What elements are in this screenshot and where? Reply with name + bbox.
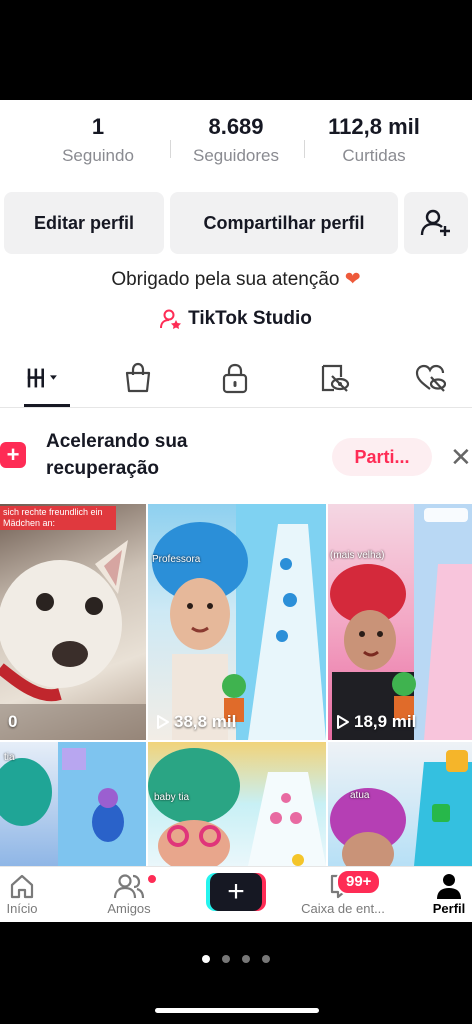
game-scene-image [330, 750, 472, 866]
play-icon [157, 715, 169, 729]
nav-friends-label: Amigos [107, 901, 151, 916]
thumbnail-caption: atua [350, 790, 370, 801]
following-count: 1 [91, 114, 105, 139]
active-tab-indicator [24, 404, 70, 407]
page-dot[interactable] [222, 955, 230, 963]
divider [170, 140, 171, 158]
nav-inbox-label: Caixa de ent... [301, 901, 385, 916]
nav-home-label: Início [6, 901, 38, 916]
tab-liked[interactable] [412, 360, 448, 396]
home-indicator[interactable] [155, 1008, 319, 1013]
likes-stat[interactable]: 112,8 mil Curtidas [312, 114, 436, 166]
likes-label: Curtidas [342, 146, 406, 165]
bio-text: Obrigado pela sua atenção ❤ [0, 268, 472, 291]
view-count-value: 18,9 mil [354, 712, 417, 731]
followers-stat[interactable]: 8.689 Seguidores [176, 114, 296, 166]
reposts-icon [321, 364, 350, 392]
view-count: 18,9 mil [336, 712, 416, 732]
thumbnail-caption: baby tia [154, 792, 190, 803]
friends-icon [113, 874, 145, 899]
shop-bag-icon [125, 362, 151, 393]
edit-profile-button[interactable]: Editar perfil [4, 192, 164, 254]
view-count-value: 38,8 mil [174, 712, 237, 731]
banner-title: Acelerando sua recuperação [46, 431, 188, 479]
video-thumbnail[interactable]: baby tia [148, 742, 326, 866]
notification-dot [146, 873, 158, 885]
nav-profile-label: Perfil [432, 901, 466, 916]
tab-reposts[interactable] [316, 360, 352, 396]
divider [304, 140, 305, 158]
video-thumbnail[interactable]: atua [328, 742, 472, 866]
thumbnail-caption: Professora [152, 554, 201, 565]
view-count: 38,8 mil [156, 712, 236, 732]
thumbnail-caption: (mais velha) [330, 550, 385, 561]
page-dot[interactable] [262, 955, 270, 963]
profile-icon [437, 874, 461, 899]
video-thumbnail[interactable]: tia [0, 742, 146, 866]
create-button[interactable]: + [206, 873, 266, 911]
add-user-icon [420, 209, 450, 236]
home-icon [10, 874, 34, 899]
likes-count: 112,8 mil [328, 114, 420, 139]
page-dot[interactable] [202, 955, 210, 963]
game-scene-image [152, 504, 326, 740]
liked-icon [415, 364, 446, 392]
inbox-badge: 99+ [336, 869, 382, 895]
nav-profile[interactable]: Perfil [426, 871, 472, 916]
tab-videos[interactable] [26, 360, 62, 396]
videos-grid-icon [27, 368, 57, 388]
add-friend-button[interactable] [404, 192, 468, 254]
tab-shop[interactable] [120, 360, 156, 396]
view-count-value: 0 [8, 712, 18, 731]
video-thumbnail[interactable]: Professora 38,8 mil [148, 504, 326, 740]
bottom-navigation: Início Amigos + Caixa de ent... 99+ Perf… [0, 866, 472, 922]
followers-count: 8.689 [208, 114, 264, 139]
status-bar-area [0, 0, 472, 100]
tiktok-studio-link[interactable]: TikTok Studio [0, 308, 472, 330]
game-scene-image [0, 742, 146, 866]
profile-tabs [0, 352, 472, 408]
studio-label: TikTok Studio [188, 308, 312, 329]
dog-image [0, 540, 146, 740]
share-profile-button[interactable]: Compartilhar perfil [170, 192, 398, 254]
heart-emoji: ❤ [344, 269, 361, 290]
plus-icon: + [210, 873, 262, 911]
play-icon [337, 715, 349, 729]
close-icon[interactable]: ✕ [450, 442, 472, 473]
bio-message: Obrigado pela sua atenção [111, 269, 340, 290]
following-label: Seguindo [62, 146, 134, 165]
view-count: 0 [8, 712, 17, 732]
banner-plus-icon: + [0, 442, 26, 468]
tab-private[interactable] [217, 360, 253, 396]
game-scene-image [330, 504, 472, 740]
game-scene-image [148, 748, 326, 866]
lock-icon [222, 363, 248, 394]
nav-home[interactable]: Início [0, 871, 44, 916]
thumbnail-caption: tia [4, 752, 15, 763]
video-thumbnail[interactable]: (mais velha) 18,9 mil [328, 504, 472, 740]
video-grid: sich rechte freundlich ein Mädchen an: 0 [0, 504, 472, 866]
video-thumbnail[interactable]: sich rechte freundlich ein Mädchen an: 0 [0, 504, 146, 740]
page-dot[interactable] [242, 955, 250, 963]
recovery-banner: + Acelerando sua recuperação Parti... ✕ [0, 412, 472, 502]
banner-action-button[interactable]: Parti... [332, 438, 432, 476]
profile-stats: 1 Seguindo 8.689 Seguidores 112,8 mil Cu… [0, 114, 472, 174]
followers-label: Seguidores [192, 146, 279, 165]
following-stat[interactable]: 1 Seguindo [48, 114, 148, 166]
profile-screen: 1 Seguindo 8.689 Seguidores 112,8 mil Cu… [0, 100, 472, 922]
page-indicator [0, 955, 472, 963]
studio-user-icon [160, 309, 182, 329]
